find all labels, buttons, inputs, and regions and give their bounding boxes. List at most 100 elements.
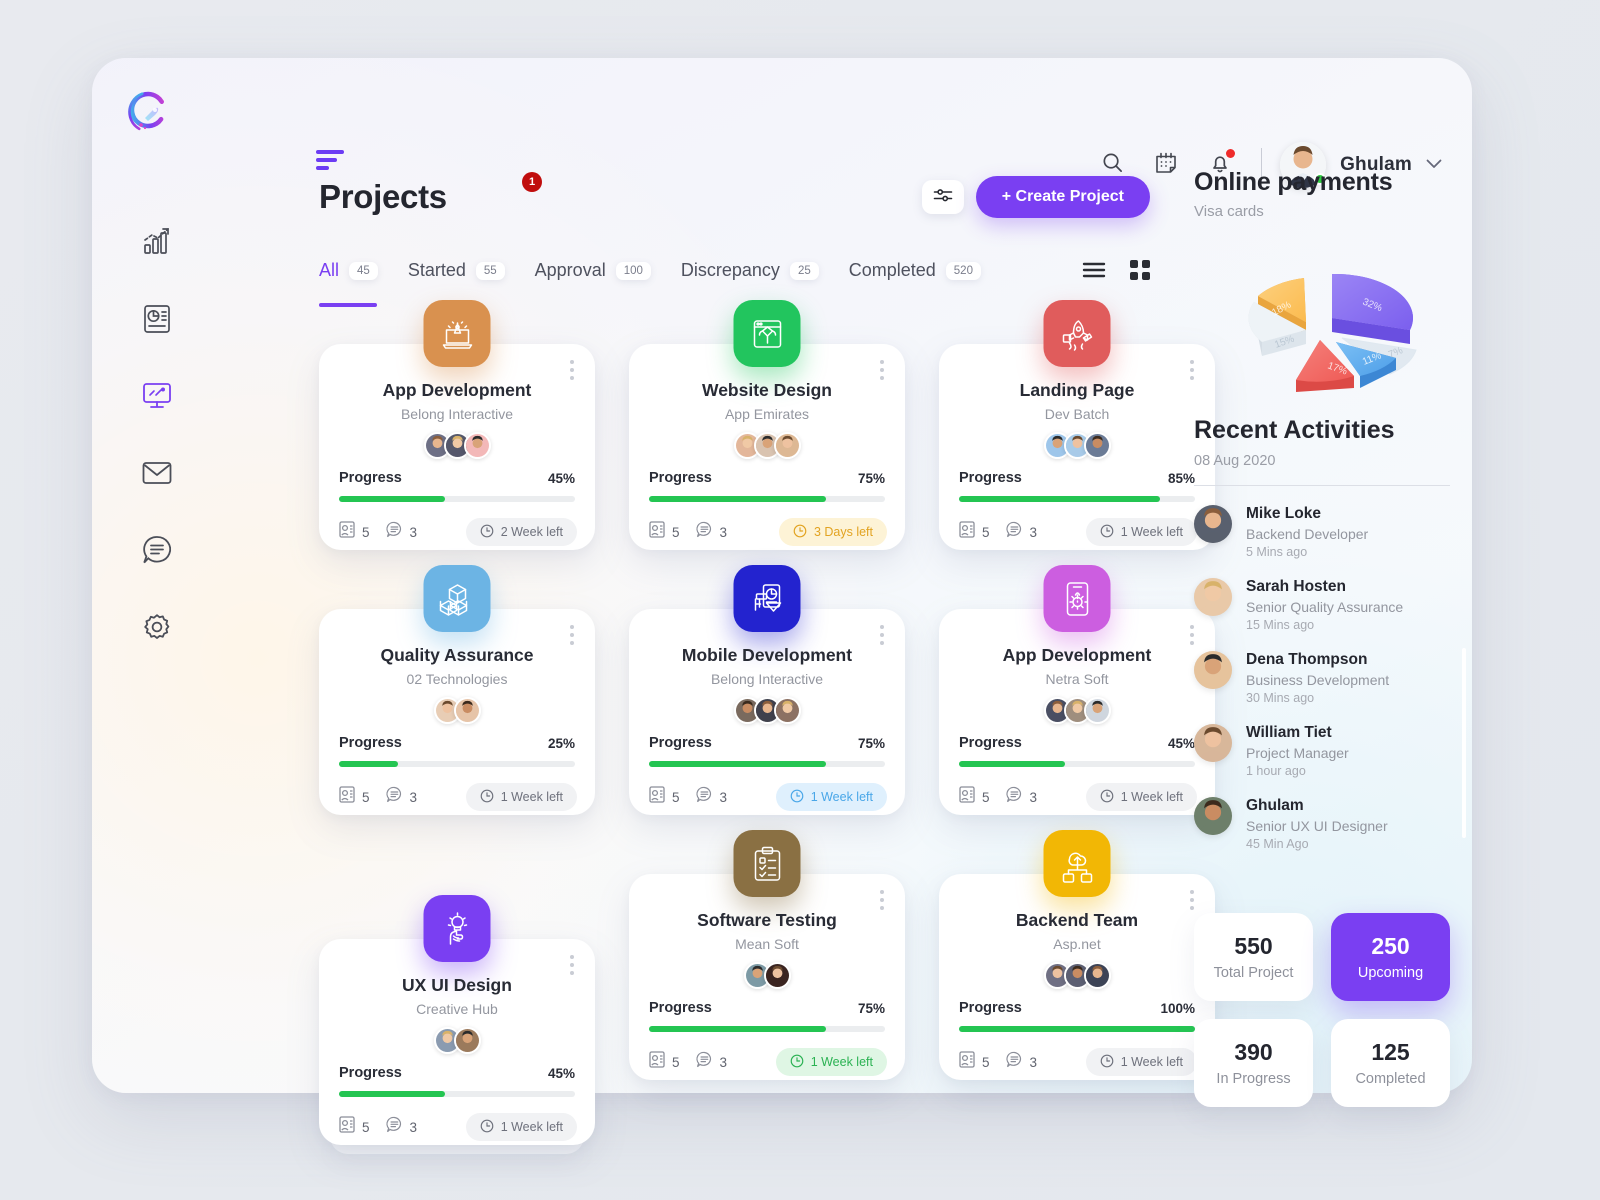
stat-value: 390 [1234,1039,1273,1065]
activity-time: 15 Mins ago [1246,618,1315,632]
grid-view-icon [1130,260,1150,284]
hand-bulb-icon [423,895,491,962]
progress-bar [959,1026,1195,1032]
tab-label: Discrepancy [680,260,780,280]
comments-count: 3 [719,1054,728,1070]
activity-name: Dena Thompson [1246,651,1368,668]
progress-bar [339,1091,575,1097]
member-avatar[interactable] [1083,697,1111,724]
stat-label: Completed [1355,1071,1426,1087]
files-icon [649,1051,665,1073]
activity-role: Project Manager [1246,745,1349,761]
member-avatar[interactable] [1083,432,1111,459]
project-card[interactable]: Quality Assurance 02 Technologies Progre… [319,565,595,824]
project-card[interactable]: App Development Belong Interactive Progr… [319,300,595,559]
progress-label: Progress [339,470,402,486]
grid-view-button[interactable] [1130,260,1150,285]
project-name: Software Testing [697,910,837,930]
progress-label: Progress [339,1065,402,1081]
due-text: 1 Week left [810,790,873,804]
project-card[interactable]: Website Design App Emirates Progress 75% [629,300,905,559]
activity-item[interactable]: Sarah Hosten Senior Quality Assurance 15… [1194,578,1450,632]
tab-count: 100 [615,261,651,280]
main-content: Projects 1 + Create Project All 45 Start… [222,168,1215,1154]
project-card[interactable]: Mobile Development Belong Interactive Pr… [629,565,905,824]
tab-label: Started [407,260,466,280]
tab-count: 520 [945,261,981,280]
tab-label: All [319,260,340,280]
due-badge: 1 Week left [465,1113,577,1141]
activity-name: Sarah Hosten [1246,578,1346,595]
activities-scrollbar[interactable] [1462,648,1466,838]
page-title-badge: 1 [522,172,542,192]
activity-item[interactable]: Dena Thompson Business Development 30 Mi… [1194,651,1450,705]
card-footer: 5 3 3 Days left [649,518,887,546]
comments-icon [695,786,713,808]
comments-count: 3 [1029,789,1038,805]
tab-completed[interactable]: Completed 520 [849,260,981,307]
chat-bubble-icon [141,534,173,566]
clock-icon [793,524,807,541]
create-project-button[interactable]: + Create Project [975,176,1150,218]
app-logo-icon[interactable] [125,88,173,136]
progress-label: Progress [959,1000,1022,1016]
mobile-chart-icon [733,565,801,632]
comments-count: 3 [409,1119,418,1135]
member-avatar[interactable] [463,432,491,459]
sidebar-item-reports[interactable] [92,280,222,357]
sidebar-item-dashboard[interactable] [92,357,222,434]
card-footer: 5 3 1 Week left [339,783,577,811]
member-avatar[interactable] [773,697,801,724]
activity-item[interactable]: Mike Loke Backend Developer 5 Mins ago [1194,505,1450,559]
stat-completed[interactable]: 125 Completed [1331,1019,1450,1107]
menu-toggle-button[interactable] [316,150,344,170]
activity-item[interactable]: William Tiet Project Manager 1 hour ago [1194,724,1450,778]
due-badge: 2 Week left [465,518,577,546]
sidebar-item-settings[interactable] [92,588,222,665]
recent-activities-date: 08 Aug 2020 [1194,453,1276,469]
progress-bar-fill [649,496,826,502]
activity-role: Senior UX UI Designer [1246,818,1388,834]
sidebar-item-analytics[interactable] [92,203,222,280]
member-avatar[interactable] [773,432,801,459]
stat-total-project[interactable]: 550 Total Project [1194,913,1313,1001]
tab-count: 45 [349,261,378,280]
comments-icon [385,521,403,543]
member-avatar[interactable] [453,1027,481,1054]
card-footer: 5 3 1 Week left [339,1113,577,1141]
member-avatar[interactable] [1083,962,1111,989]
tab-approval[interactable]: Approval 100 [535,260,651,307]
sidebar-item-mail[interactable] [92,434,222,511]
progress-value: 45% [547,1065,575,1081]
files-count: 5 [672,789,680,805]
files-icon [959,521,975,543]
page-title: Projects [319,178,447,215]
member-avatar[interactable] [453,697,481,724]
tab-all[interactable]: All 45 [319,260,378,307]
sidebar-item-messages[interactable] [92,511,222,588]
payments-subtitle: Visa cards [1194,203,1264,220]
files-count: 5 [672,1054,680,1070]
comments-count: 3 [409,524,418,540]
stat-upcoming[interactable]: 250 Upcoming [1331,913,1450,1001]
progress-value: 75% [857,470,885,486]
list-view-button[interactable] [1082,262,1106,283]
filter-button[interactable] [922,180,964,214]
project-card[interactable]: Software Testing Mean Soft Progress 75% [629,830,905,1089]
due-badge: 1 Week left [775,1048,887,1076]
project-name: App Development [382,380,532,400]
comments-icon [1005,786,1023,808]
activity-item[interactable]: Ghulam Senior UX UI Designer 45 Min Ago [1194,797,1450,851]
monitor-icon [141,381,173,411]
project-tabs: All 45 Started 55 Approval 100 Discrepan… [319,260,1011,307]
card-footer: 5 3 1 Week left [959,783,1197,811]
project-card[interactable]: UX UI Design Creative Hub Progress 45% 5… [319,895,595,1154]
clock-icon [1100,524,1114,541]
progress-bar-fill [339,1091,446,1097]
progress-bar-fill [959,761,1066,767]
member-avatar[interactable] [763,962,791,989]
stat-in-progress[interactable]: 390 In Progress [1194,1019,1313,1107]
clock-icon [1100,789,1114,806]
report-document-icon [142,303,172,335]
due-text: 1 Week left [500,1120,563,1134]
